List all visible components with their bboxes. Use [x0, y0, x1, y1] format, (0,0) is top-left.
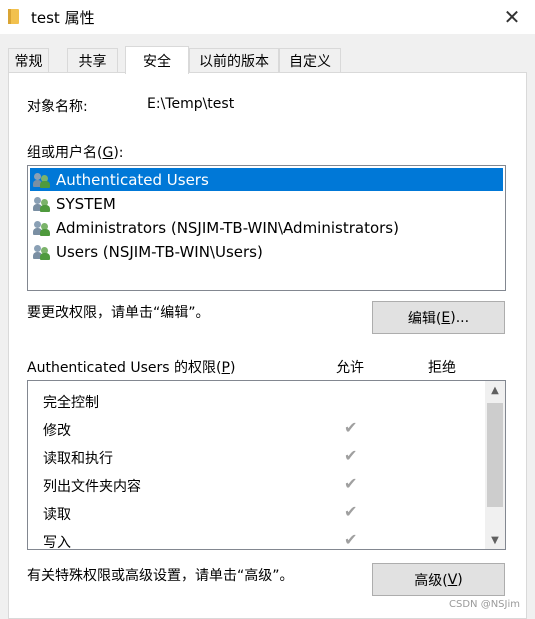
edit-button[interactable]: 编辑(E)... — [372, 301, 505, 334]
tab-general[interactable]: 常规 — [8, 48, 49, 73]
object-name-label: 对象名称: — [27, 99, 88, 115]
allow-check-icon: ✔ — [344, 446, 358, 465]
close-button[interactable]: ✕ — [489, 0, 535, 34]
permission-row: 列出文件夹内容 ✔ — [28, 471, 483, 499]
permission-row: 读取和执行 ✔ — [28, 443, 483, 471]
object-name-value: E:\Temp\test — [147, 96, 235, 112]
allow-column-header: 允许 — [336, 360, 364, 376]
advanced-hint: 有关特殊权限或高级设置，请单击“高级”。 — [27, 568, 294, 584]
permission-name: 写入 — [43, 535, 71, 550]
permissions-header: Authenticated Users 的权限(P) — [27, 360, 236, 376]
tab-sharing[interactable]: 共享 — [67, 48, 118, 73]
window-title: test 属性 — [31, 9, 95, 27]
user-group-icon — [33, 220, 51, 236]
list-item-system[interactable]: SYSTEM — [30, 192, 503, 215]
permission-name: 读取和执行 — [43, 451, 113, 467]
folder-icon — [8, 9, 19, 24]
principals-list[interactable]: Authenticated Users SYSTEM Administrator… — [27, 165, 506, 291]
principal-name: Administrators (NSJIM-TB-WIN\Administrat… — [56, 218, 399, 237]
user-group-icon — [33, 172, 51, 188]
principal-name: Authenticated Users — [56, 170, 209, 189]
permission-row: 读取 ✔ — [28, 499, 483, 527]
advanced-button[interactable]: 高级(V) — [372, 563, 505, 596]
edit-hint: 要更改权限，请单击“编辑”。 — [27, 305, 210, 321]
allow-check-icon: ✔ — [344, 530, 358, 549]
permission-name: 列出文件夹内容 — [43, 479, 141, 495]
tab-customize[interactable]: 自定义 — [279, 48, 341, 73]
tab-previous-versions[interactable]: 以前的版本 — [189, 48, 279, 73]
list-item-authenticated-users[interactable]: Authenticated Users — [30, 168, 503, 191]
permissions-list[interactable]: 完全控制 修改 ✔ 读取和执行 ✔ 列出文件夹内容 ✔ 读取 ✔ 写入 ✔ ▲ … — [27, 380, 506, 550]
deny-column-header: 拒绝 — [428, 360, 456, 376]
tab-security[interactable]: 安全 — [125, 46, 189, 74]
permission-row: 完全控制 — [28, 387, 483, 415]
watermark: CSDN @NSJim — [449, 599, 520, 610]
user-group-icon — [33, 196, 51, 212]
scroll-down-icon[interactable]: ▼ — [485, 531, 505, 549]
list-item-users[interactable]: Users (NSJIM-TB-WIN\Users) — [30, 240, 503, 263]
permission-name: 修改 — [43, 423, 71, 439]
allow-check-icon: ✔ — [344, 474, 358, 493]
permission-name: 读取 — [43, 507, 71, 523]
permissions-scrollbar[interactable]: ▲ ▼ — [485, 381, 505, 549]
user-group-icon — [33, 244, 51, 260]
principal-name: Users (NSJIM-TB-WIN\Users) — [56, 242, 263, 261]
scroll-up-icon[interactable]: ▲ — [485, 381, 505, 399]
scroll-thumb[interactable] — [487, 403, 503, 507]
principal-name: SYSTEM — [56, 194, 116, 213]
list-item-administrators[interactable]: Administrators (NSJIM-TB-WIN\Administrat… — [30, 216, 503, 239]
allow-check-icon: ✔ — [344, 502, 358, 521]
allow-check-icon: ✔ — [344, 418, 358, 437]
title-bar: test 属性 ✕ — [0, 0, 535, 34]
groups-label: 组或用户名(G): — [27, 145, 124, 161]
permission-row: 写入 ✔ — [28, 527, 483, 550]
permission-row: 修改 ✔ — [28, 415, 483, 443]
permission-name: 完全控制 — [43, 395, 99, 411]
